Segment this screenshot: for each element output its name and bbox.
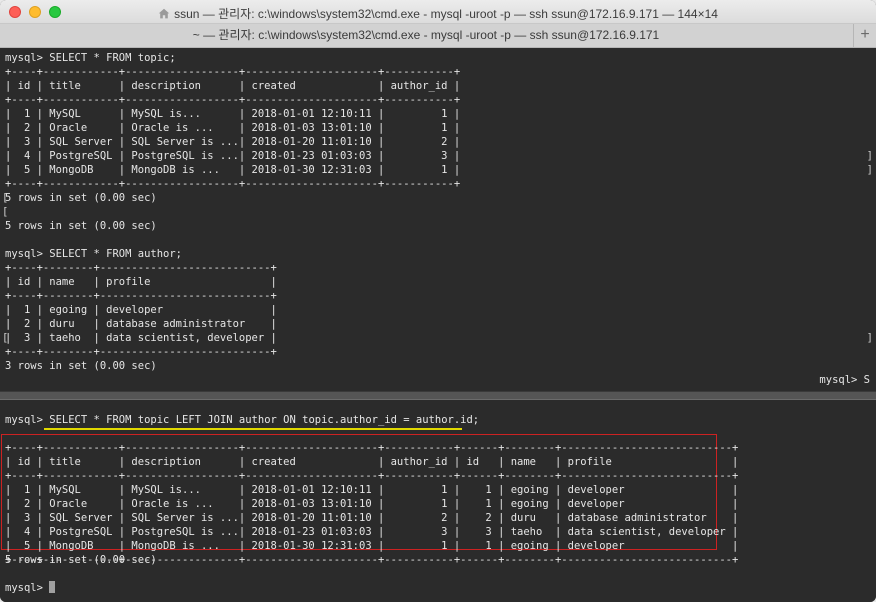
window-title: ssun — 관리자: c:\windows\system32\cmd.exe …	[0, 5, 876, 22]
result-table-line: +----+------------+------------------+--…	[5, 470, 739, 482]
join-result-table: +----+------------+------------------+--…	[5, 441, 738, 567]
terminal-line: | 5 | MongoDB | MongoDB is ... | 2018-01…	[5, 164, 461, 176]
final-prompt-line[interactable]: mysql>	[5, 581, 56, 595]
terminal-window: ssun — 관리자: c:\windows\system32\cmd.exe …	[0, 0, 876, 602]
result-table-line: +----+------------+------------------+--…	[5, 442, 739, 454]
terminal-line: | 2 | Oracle | Oracle is ... | 2018-01-0…	[5, 122, 461, 134]
rows-footer: 5 rows in set (0.00 sec)	[5, 554, 157, 566]
split-pane-divider[interactable]	[0, 391, 876, 400]
new-tab-button[interactable]: +	[853, 24, 876, 47]
tab-active-session[interactable]: ~ — 관리자: c:\windows\system32\cmd.exe - m…	[0, 24, 852, 47]
side-prompt: mysql> S	[819, 374, 870, 386]
tab-bar: ~ — 관리자: c:\windows\system32\cmd.exe - m…	[0, 24, 876, 48]
result-table-line: | 3 | SQL Server | SQL Server is ...| 20…	[5, 512, 739, 524]
command-line: mysql> SELECT * FROM topic LEFT JOIN aut…	[5, 413, 479, 427]
line-marker: [	[2, 206, 9, 218]
sql-command: SELECT * FROM topic LEFT JOIN author ON …	[49, 414, 480, 426]
title-bar[interactable]: ssun — 관리자: c:\windows\system32\cmd.exe …	[0, 0, 876, 24]
result-table-line: | 5 | MongoDB | MongoDB is ... | 2018-01…	[5, 540, 739, 552]
terminal-line: 3 rows in set (0.00 sec)	[5, 360, 157, 372]
terminal-line: +----+------------+------------------+--…	[5, 178, 461, 190]
top-pane-output: mysql> SELECT * FROM topic; +----+-------…	[5, 51, 460, 373]
result-table-line: | id | title | description | created | a…	[5, 456, 739, 468]
line-marker: ]	[866, 332, 873, 344]
terminal-line: | 4 | PostgreSQL | PostgreSQL is ...| 20…	[5, 150, 461, 162]
result-table-line: | 1 | MySQL | MySQL is... | 2018-01-01 1…	[5, 484, 739, 496]
result-table-line: | 2 | Oracle | Oracle is ... | 2018-01-0…	[5, 498, 739, 510]
terminal-line: +----+--------+-------------------------…	[5, 290, 277, 302]
line-marker: ]	[866, 164, 873, 176]
top-terminal-pane[interactable]: mysql> SELECT * FROM topic; +----+-------…	[0, 48, 876, 391]
result-table-line: | 4 | PostgreSQL | PostgreSQL is ...| 20…	[5, 526, 739, 538]
line-marker: ]	[866, 150, 873, 162]
terminal-line: | 2 | duru | database administrator |	[5, 318, 277, 330]
terminal-line: | id | title | description | created | a…	[5, 80, 461, 92]
terminal-line: +----+--------+-------------------------…	[5, 346, 277, 358]
terminal-line: mysql> SELECT * FROM author;	[5, 248, 183, 260]
terminal-line: | id | name | profile |	[5, 276, 277, 288]
window-title-text: ssun — 관리자: c:\windows\system32\cmd.exe …	[174, 7, 718, 21]
terminal-line: 5 rows in set (0.00 sec)	[5, 220, 157, 232]
prompt-text: mysql>	[5, 414, 50, 426]
terminal-line: | 1 | egoing | developer |	[5, 304, 277, 316]
home-icon	[158, 8, 170, 19]
terminal-line: | 1 | MySQL | MySQL is... | 2018-01-01 1…	[5, 108, 461, 120]
terminal-line: +----+------------+------------------+--…	[5, 94, 461, 106]
terminal-line: mysql> SELECT * FROM topic;	[5, 52, 176, 64]
terminal-line: +----+------------+------------------+--…	[5, 66, 461, 78]
command-highlight-underline	[44, 428, 462, 430]
terminal-line: | 3 | SQL Server | SQL Server is ...| 20…	[5, 136, 461, 148]
terminal-line: +----+--------+-------------------------…	[5, 262, 277, 274]
line-marker: [	[2, 192, 9, 204]
final-prompt: mysql>	[5, 582, 50, 594]
line-marker: [	[2, 332, 9, 344]
terminal-line: 5 rows in set (0.00 sec)	[5, 192, 157, 204]
terminal-cursor	[49, 581, 56, 593]
terminal-line: | 3 | taeho | data scientist, developer …	[5, 332, 277, 344]
bottom-terminal-pane[interactable]: mysql> SELECT * FROM topic LEFT JOIN aut…	[0, 400, 876, 602]
